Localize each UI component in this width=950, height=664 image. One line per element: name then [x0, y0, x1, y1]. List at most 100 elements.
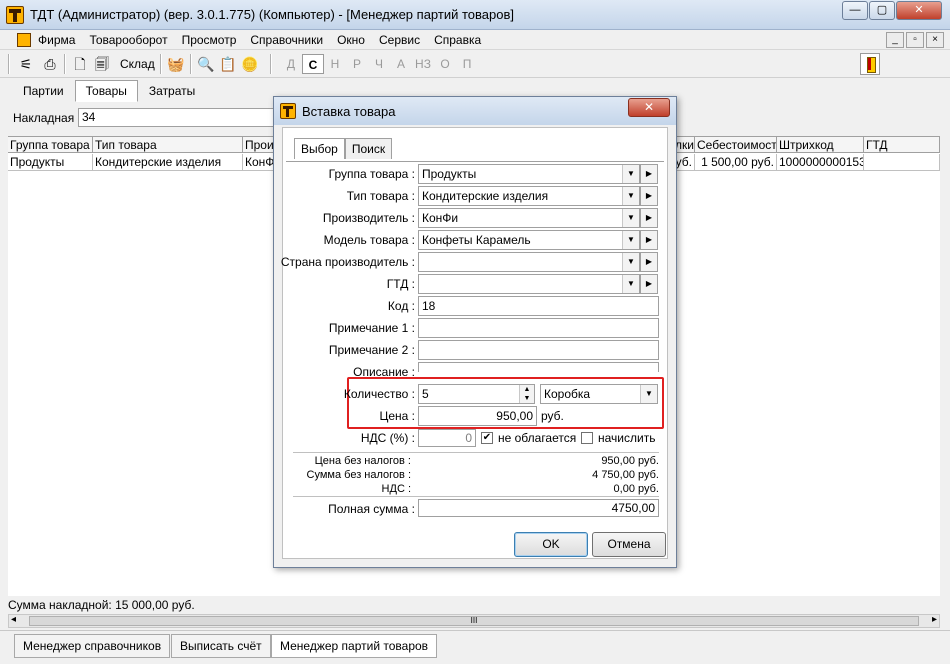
- mdi-minimize-button[interactable]: _: [886, 32, 904, 48]
- chevron-right-icon[interactable]: ▶: [640, 164, 658, 184]
- coin-icon[interactable]: 🪙: [240, 54, 260, 74]
- dialog-close-button[interactable]: ✕: [628, 98, 670, 117]
- table-cell[interactable]: Кондитерские изделия: [93, 154, 243, 171]
- tab-poisk[interactable]: Поиск: [344, 138, 393, 159]
- sklad-button[interactable]: Склад: [116, 54, 159, 74]
- strana-combobox[interactable]: ▼ ▶: [418, 252, 658, 272]
- prim1-input[interactable]: [418, 318, 659, 338]
- menu-prosmotr[interactable]: Просмотр: [182, 33, 237, 47]
- menu-tovarooborot[interactable]: Товарооборот: [89, 33, 167, 47]
- task-menedzher-partiy[interactable]: Менеджер партий товаров: [271, 634, 438, 658]
- nds-label: НДС (%) :: [360, 431, 415, 445]
- ok-button[interactable]: OK: [514, 532, 588, 557]
- filter-letter-nz[interactable]: НЗ: [412, 54, 434, 74]
- tip-combobox[interactable]: Кондитерские изделия ▼ ▶: [418, 186, 658, 206]
- tab-tovary[interactable]: Товары: [74, 80, 138, 102]
- chevron-right-icon[interactable]: ▶: [640, 252, 658, 272]
- chevron-right-icon[interactable]: ▶: [640, 274, 658, 294]
- column-header[interactable]: ГТД: [864, 137, 940, 153]
- task-menedzher-spravochnikov[interactable]: Менеджер справочников: [14, 634, 171, 658]
- filter-letter-a[interactable]: А: [390, 54, 412, 74]
- main-titlebar[interactable]: ТДТ (Администратор) (вер. 3.0.1.775) (Ко…: [0, 0, 950, 30]
- tree-icon[interactable]: ⚟: [16, 54, 36, 74]
- toolbar-separator: [64, 54, 66, 74]
- chevron-down-icon[interactable]: ▼: [622, 253, 639, 271]
- chevron-down-icon[interactable]: ▼: [622, 165, 639, 183]
- gtd-combobox[interactable]: ▼ ▶: [418, 274, 658, 294]
- gruppa-combobox[interactable]: Продукты ▼ ▶: [418, 164, 658, 184]
- cancel-button[interactable]: Отмена: [592, 532, 666, 557]
- ne-oblagaetsya-checkbox[interactable]: ✔: [481, 432, 493, 444]
- tab-zatraty[interactable]: Затраты: [138, 80, 206, 102]
- menu-firma[interactable]: Фирма: [38, 33, 75, 47]
- mdi-child-icon[interactable]: [17, 33, 31, 47]
- table-cell[interactable]: 1000000000153: [777, 154, 864, 171]
- menu-spravka[interactable]: Справка: [434, 33, 481, 47]
- divider: [293, 496, 659, 497]
- new-document-icon[interactable]: 🗋: [70, 54, 90, 74]
- toolbar: ⚟ ⎙ 🗋 🗐 Склад 🧺 🔍 📋 🪙 Д С Н Р Ч А НЗ О П: [0, 50, 950, 78]
- scroll-left-icon[interactable]: ◂: [11, 614, 16, 625]
- window-switcher: Менеджер справочников Выписать счёт Мене…: [0, 630, 950, 664]
- filter-letter-d[interactable]: Д: [280, 54, 302, 74]
- kolichestvo-spinner[interactable]: 5 ▲ ▼: [418, 384, 535, 404]
- chevron-down-icon[interactable]: ▼: [622, 275, 639, 293]
- horizontal-scrollbar[interactable]: ◂ III ▸: [8, 614, 940, 628]
- mdi-restore-button[interactable]: ▫: [906, 32, 924, 48]
- scroll-thumb[interactable]: III: [29, 616, 919, 626]
- maximize-button[interactable]: ▢: [869, 1, 895, 20]
- currency-label: руб.: [541, 409, 564, 423]
- summa-nakladnoy: Сумма накладной: 15 000,00 руб.: [8, 598, 195, 612]
- proizv-combobox[interactable]: КонФи ▼ ▶: [418, 208, 658, 228]
- opisanie-input[interactable]: [418, 362, 659, 372]
- dialog-app-icon: [280, 103, 296, 119]
- filter-letter-r[interactable]: Р: [346, 54, 368, 74]
- table-cell[interactable]: [864, 154, 940, 171]
- exit-door-icon[interactable]: [860, 53, 880, 75]
- prim2-input[interactable]: [418, 340, 659, 360]
- filter-letter-p[interactable]: П: [456, 54, 478, 74]
- kod-input[interactable]: 18: [418, 296, 659, 316]
- chevron-right-icon[interactable]: ▶: [640, 186, 658, 206]
- filter-letter-s[interactable]: С: [302, 54, 324, 74]
- menu-spravochniki[interactable]: Справочники: [250, 33, 323, 47]
- table-cell[interactable]: Продукты: [8, 154, 93, 171]
- chevron-down-icon[interactable]: ▼: [622, 231, 639, 249]
- tab-vybor[interactable]: Выбор: [294, 138, 345, 159]
- scroll-right-icon[interactable]: ▸: [932, 614, 937, 625]
- chevron-right-icon[interactable]: ▶: [640, 208, 658, 228]
- kolichestvo-value: 5: [422, 387, 429, 401]
- chevron-down-icon[interactable]: ▼: [622, 187, 639, 205]
- cena-input[interactable]: 950,00: [418, 406, 537, 426]
- mdi-close-button[interactable]: ×: [926, 32, 944, 48]
- nds-input[interactable]: 0: [418, 429, 476, 447]
- chevron-down-icon[interactable]: ▼: [640, 385, 657, 403]
- tab-partii[interactable]: Партии: [12, 80, 75, 102]
- task-vypisat-schet[interactable]: Выписать счёт: [171, 634, 271, 658]
- copy-documents-icon[interactable]: 🗐: [92, 54, 112, 74]
- search-icon[interactable]: 🔍: [196, 54, 216, 74]
- chevron-down-icon[interactable]: ▼: [622, 209, 639, 227]
- total-input[interactable]: 4750,00: [418, 499, 659, 517]
- close-button[interactable]: ✕: [896, 1, 942, 20]
- menu-servis[interactable]: Сервис: [379, 33, 420, 47]
- column-header[interactable]: Группа товара: [8, 137, 93, 153]
- chevron-right-icon[interactable]: ▶: [640, 230, 658, 250]
- table-cell[interactable]: 1 500,00 руб.: [695, 154, 777, 171]
- filter-letter-ch[interactable]: Ч: [368, 54, 390, 74]
- unit-combobox[interactable]: Коробка ▼: [540, 384, 658, 404]
- minimize-button[interactable]: —: [842, 1, 868, 20]
- print-icon[interactable]: ⎙: [40, 54, 60, 74]
- menu-okno[interactable]: Окно: [337, 33, 365, 47]
- column-header[interactable]: Тип товара: [93, 137, 243, 153]
- column-header[interactable]: Себестоимость: [695, 137, 777, 153]
- report-icon[interactable]: 📋: [218, 54, 238, 74]
- model-combobox[interactable]: Конфеты Карамель ▼ ▶: [418, 230, 658, 250]
- nachislit-checkbox[interactable]: [581, 432, 593, 444]
- basket-icon[interactable]: 🧺: [166, 54, 186, 74]
- filter-letter-o[interactable]: О: [434, 54, 456, 74]
- column-header[interactable]: Штрихкод: [777, 137, 864, 153]
- spinner-arrows-icon[interactable]: ▲ ▼: [519, 385, 534, 403]
- filter-letter-n[interactable]: Н: [324, 54, 346, 74]
- dialog-titlebar[interactable]: Вставка товара ✕: [274, 97, 676, 125]
